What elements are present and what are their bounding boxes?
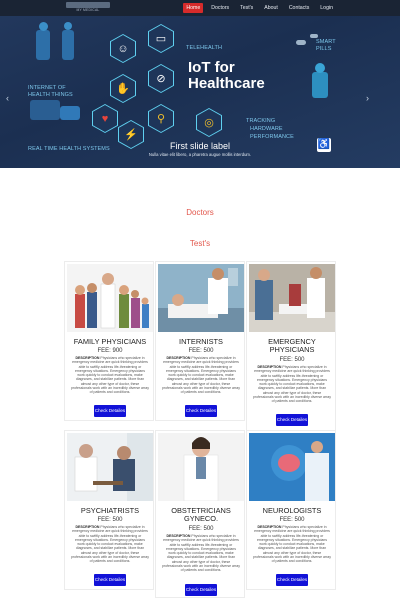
card-description: DESCRIPTION Physicians who specialize in… [253, 365, 331, 404]
card-title: FAMILY PHYSICIANS [73, 337, 147, 346]
card-title: NEUROLOGISTS [262, 506, 322, 515]
hex-tile: ⊘ [148, 64, 174, 93]
card-image-obstetricians [158, 433, 244, 501]
card-fee: FEE: 900 [97, 348, 123, 354]
nav-menu: Home Doctors Test's About Contacts Login [183, 3, 336, 13]
hex-tile: ♥ [92, 104, 118, 133]
card-fee: FEE: 500 [188, 526, 214, 532]
label-tracking: TRACKING [246, 118, 276, 124]
doctor-figure [36, 30, 50, 60]
doctor-card: FAMILY PHYSICIANS FEE: 900 DESCRIPTION P… [64, 261, 154, 421]
check-details-button[interactable]: Check Detailes [185, 405, 217, 417]
check-details-button[interactable]: Check Detailes [276, 574, 308, 586]
logo: MY MEDICAL [66, 2, 110, 13]
section-title-tests: Test's [189, 239, 211, 248]
hex-tile: ◎ [196, 108, 222, 137]
doctor-card: INTERNISTS FEE: 500 DESCRIPTION Physicia… [155, 261, 245, 421]
doctor-card: OBSTETRICIANS GYNECO. FEE: 500 DESCRIPTI… [155, 430, 245, 598]
top-navbar: MY MEDICAL Home Doctors Test's About Con… [0, 0, 400, 16]
card-description: DESCRIPTION Physicians who specialize in… [162, 534, 240, 573]
hero-title: IoT for Healthcare [188, 60, 265, 92]
label-internet-2: HEALTH THINGS [28, 92, 73, 98]
chevron-left-icon[interactable]: ‹ [6, 93, 9, 103]
label-performance: PERFORMANCE [250, 134, 294, 140]
desc-text: Physicians who specialize in emergency m… [162, 356, 241, 395]
check-details-button[interactable]: Check Detailes [185, 584, 217, 596]
label-hardware: HARDWARE [250, 126, 283, 132]
pill-icon [296, 40, 306, 45]
card-image-emergency [249, 264, 335, 332]
nav-contacts[interactable]: Contacts [286, 3, 312, 13]
desc-text: Physicians who specialize in emergency m… [162, 534, 241, 573]
nav-doctors[interactable]: Doctors [208, 3, 232, 13]
card-description: DESCRIPTION Physicians who specialize in… [71, 356, 149, 395]
check-details-button[interactable]: Check Detailes [94, 405, 126, 417]
card-fee: FEE: 500 [188, 348, 214, 354]
desc-text: Physicians who specialize in emergency m… [253, 365, 332, 404]
figure-head [64, 22, 72, 30]
card-title: PSYCHIATRISTS [80, 506, 140, 515]
label-telehealth: TELEHEALTH [186, 45, 223, 51]
hex-tile: ✋ [110, 74, 136, 103]
patient-figure [60, 106, 80, 120]
label-smart-pills: SMART [316, 39, 336, 45]
doctor-card: EMERGENCY PHYSICIANS FEE: 500 DESCRIPTIO… [246, 261, 336, 431]
food-icon: ⚲ [149, 105, 173, 132]
slide-caption-title: First slide label [169, 141, 231, 151]
hex-tile: ☺ [110, 34, 136, 63]
figure-head [315, 63, 325, 73]
patient-figure [30, 100, 60, 120]
check-details-button[interactable]: Check Detailes [276, 414, 308, 426]
doctor-card: PSYCHIATRISTS FEE: 500 DESCRIPTION Physi… [64, 430, 154, 590]
hex-tile: ⚲ [148, 104, 174, 133]
desc-text: Physicians who specialize in emergency m… [71, 356, 150, 395]
heart-icon: ♥ [93, 105, 117, 132]
hero-title-line2: Healthcare [188, 75, 265, 92]
figure-head [39, 22, 48, 31]
chevron-right-icon[interactable]: › [366, 93, 369, 103]
section-title-doctors: Doctors [186, 208, 214, 217]
card-description: DESCRIPTION Physicians who specialize in… [71, 525, 149, 564]
hex-tile: ▭ [148, 24, 174, 53]
card-image-internists [158, 264, 244, 332]
scanner-icon: ◎ [197, 109, 221, 136]
logo-text: MY MEDICAL [76, 8, 100, 12]
card-title-line2: PHYSICIANS [269, 345, 315, 354]
person-icon: ☺ [111, 35, 135, 62]
pill-icon [310, 34, 318, 38]
check-details-button[interactable]: Check Detailes [94, 574, 126, 586]
card-image-family [67, 264, 153, 332]
tablet-icon: ▭ [149, 25, 173, 52]
desc-text: Physicians who specialize in emergency m… [71, 525, 150, 564]
hero-carousel[interactable]: ♿ ☺ ▭ ✋ ⊘ ♥ ⚲ ⚡ ◎ TELEHEALTH SMART PILLS… [0, 0, 400, 168]
doctor-figure [312, 72, 328, 98]
doctor-figure [62, 30, 74, 60]
card-description: DESCRIPTION Physicians who specialize in… [162, 356, 240, 395]
card-description: DESCRIPTION Physicians who specialize in… [253, 525, 331, 564]
nav-about[interactable]: About [261, 3, 281, 13]
nav-home[interactable]: Home [183, 3, 204, 13]
card-fee: FEE: 500 [279, 357, 305, 363]
nav-login[interactable]: Login [317, 3, 336, 13]
card-image-neurologists [249, 433, 335, 501]
label-internet: INTERNET OF [28, 85, 66, 91]
card-fee: FEE: 500 [97, 517, 123, 523]
card-image-psychiatrists [67, 433, 153, 501]
hero-title-line1: IoT for [188, 59, 235, 76]
card-title: INTERNISTS [179, 337, 223, 346]
desc-text: Physicians who specialize in emergency m… [253, 525, 332, 564]
hand-icon: ✋ [111, 75, 135, 102]
slide-caption-text: Nulla vitae elit libero, a pharetra augu… [148, 152, 252, 157]
card-fee: FEE: 500 [279, 517, 305, 523]
nav-tests[interactable]: Test's [237, 3, 256, 13]
label-smart-pills-2: PILLS [316, 46, 332, 52]
doctor-card: NEUROLOGISTS FEE: 500 DESCRIPTION Physic… [246, 430, 336, 590]
pills-icon: ⊘ [149, 65, 173, 92]
card-title-line2: GYNECO. [183, 514, 219, 523]
